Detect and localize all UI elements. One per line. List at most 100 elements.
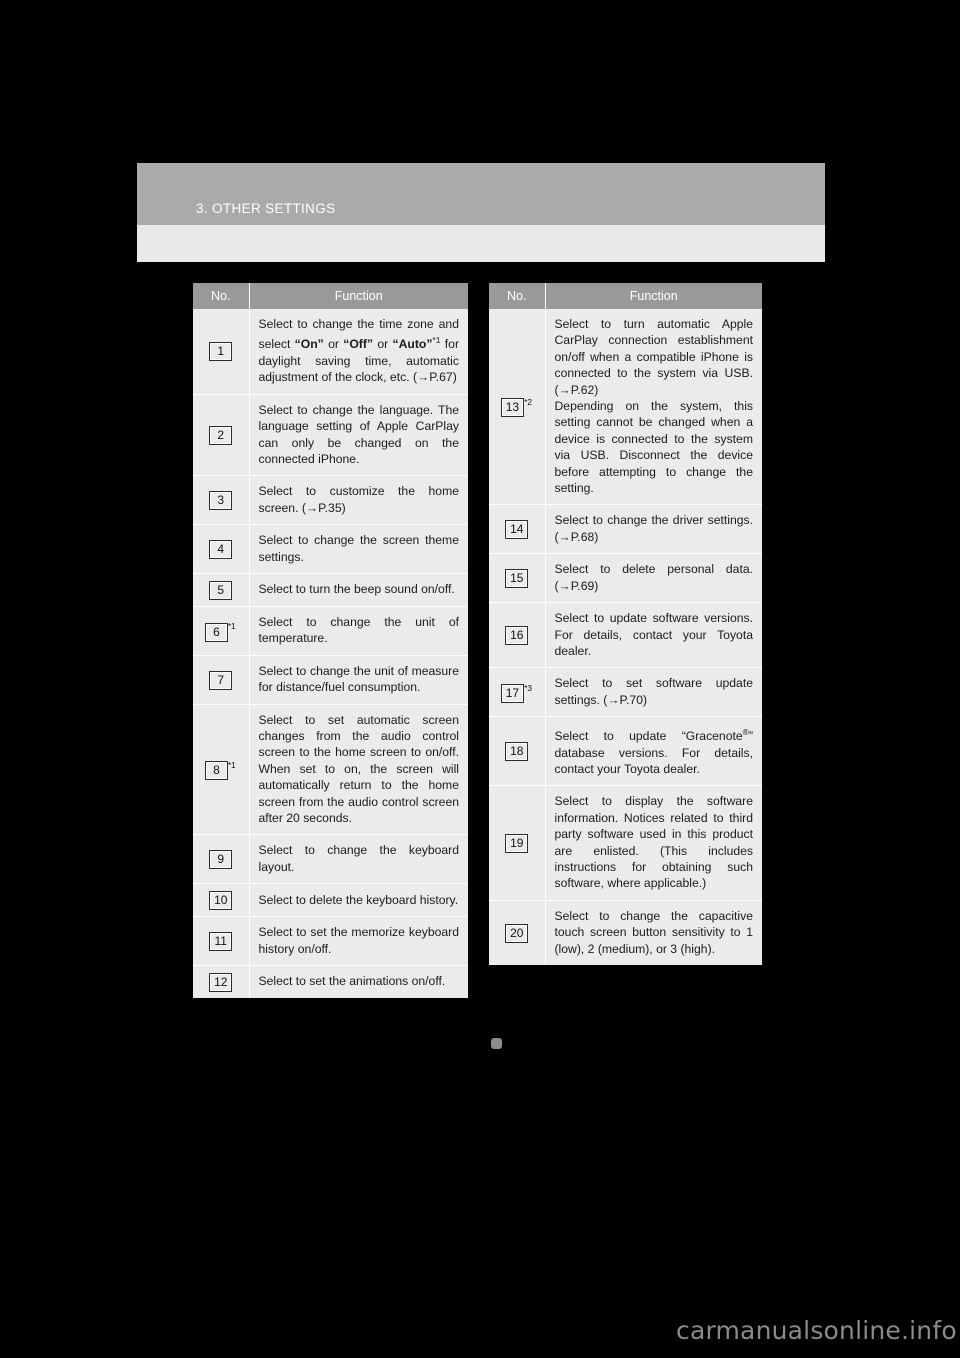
table-row: 9 Select to change the keyboard layout. xyxy=(193,834,468,884)
table-row: 5 Select to turn the beep sound on/off. xyxy=(193,572,468,607)
number-badge: 4 xyxy=(209,540,233,560)
row-number-cell: 3 xyxy=(193,475,250,525)
number-badge-label: 18 xyxy=(505,742,529,762)
number-badge-label: 11 xyxy=(209,932,233,952)
table-row: 16 Select to update software versions. Fo… xyxy=(489,602,762,668)
row-number-cell: 9 xyxy=(193,834,250,884)
row-function-cell: Select to change the unit of measure for… xyxy=(249,654,468,705)
function-text: Select to change the unit of temperature… xyxy=(258,614,460,646)
footnote-marker: *3 xyxy=(524,682,532,693)
row-function-cell: Select to set software update settings. … xyxy=(545,667,762,717)
function-text: or xyxy=(323,337,344,352)
row-number-cell: 13 *2 xyxy=(489,309,546,505)
row-function-cell: Select to turn the beep sound on/off. xyxy=(249,572,468,607)
function-text: or xyxy=(373,337,393,352)
row-function-cell: Select to update “Gracenote®” database v… xyxy=(545,716,762,786)
function-text: Select to turn the beep sound on/off. xyxy=(258,582,455,597)
function-text: Select to change the screen theme settin… xyxy=(258,533,460,564)
row-number-cell: 10 xyxy=(193,883,250,917)
table-row: 15 Select to delete personal data. (→P.69… xyxy=(489,553,762,603)
function-text: Select to change the language. The langu… xyxy=(258,402,460,466)
number-badge-label: 16 xyxy=(505,626,529,646)
number-badge-label: 5 xyxy=(209,580,233,600)
table-row: 7 Select to change the unit of measure fo… xyxy=(193,654,468,705)
row-function-cell: Select to update software versions. For … xyxy=(545,602,762,668)
row-number-cell: 19 xyxy=(489,785,546,901)
emphasis-text: “On” xyxy=(294,337,324,352)
table-row: 19 Select to display the software informa… xyxy=(489,785,762,901)
footnote-marker: *2 xyxy=(524,397,532,408)
number-badge: 12 xyxy=(209,973,233,993)
number-badge: 13 *2 xyxy=(500,397,532,418)
footnote-marker: *1 xyxy=(227,759,236,770)
column-header-no: No. xyxy=(193,283,250,309)
row-number-cell: 2 xyxy=(193,393,250,476)
table-row: 17 *3 Select to set software update settin… xyxy=(489,667,762,717)
row-number-cell: 14 xyxy=(489,504,546,554)
column-header-function: Function xyxy=(249,283,468,309)
number-badge: 17 *3 xyxy=(500,682,532,703)
number-badge-label: 8 xyxy=(204,761,228,781)
site-watermark: carmanualsonline.info xyxy=(676,1316,957,1345)
row-number-cell: 12 xyxy=(193,965,250,999)
row-number-cell: 7 xyxy=(193,654,250,705)
row-number-cell: 16 xyxy=(489,602,546,668)
row-function-cell: Select to set the memorize keyboard hist… xyxy=(249,916,468,966)
function-text: Select to delete the keyboard history. xyxy=(258,892,459,907)
page-marker-dot xyxy=(491,1038,502,1049)
table-header-row: No. Function xyxy=(489,283,762,309)
number-badge-label: 7 xyxy=(209,670,233,690)
row-function-cell: Select to delete the keyboard history. xyxy=(249,883,468,917)
function-text: Select to set the memorize keyboard hist… xyxy=(258,925,460,956)
function-text: Select to set automatic screen changes f… xyxy=(258,712,460,825)
row-number-cell: 8 *1 xyxy=(193,703,250,835)
number-badge: 20 xyxy=(505,923,529,943)
table-row: 10 Select to delete the keyboard history. xyxy=(193,883,468,917)
number-badge-label: 15 xyxy=(505,569,529,589)
row-function-cell: Select to change the capacitive touch sc… xyxy=(545,899,762,966)
row-function-cell: Select to turn automatic Apple CarPlay c… xyxy=(545,309,762,505)
row-function-cell: Select to change the time zone and selec… xyxy=(249,309,468,395)
row-number-cell: 1 xyxy=(193,309,250,395)
row-function-cell: Select to change the unit of temperature… xyxy=(249,605,468,656)
number-badge: 2 xyxy=(209,426,233,445)
table-row: 12 Select to set the animations on/off. xyxy=(193,965,468,999)
table-row: 20 Select to change the capacitive touch … xyxy=(489,899,762,966)
table-row: 4 Select to change the screen theme setti… xyxy=(193,524,468,574)
row-number-cell: 5 xyxy=(193,572,250,607)
number-badge-label: 17 xyxy=(500,683,525,703)
table-row: 11 Select to set the memorize keyboard hi… xyxy=(193,916,468,966)
chapter-title: 3. OTHER SETTINGS xyxy=(196,201,336,216)
table-row: 14 Select to change the driver settings. … xyxy=(489,504,762,554)
table-row: 18 Select to update “Gracenote®” database… xyxy=(489,716,762,786)
number-badge: 5 xyxy=(209,580,233,600)
row-number-cell: 17 *3 xyxy=(489,667,546,717)
number-badge-label: 9 xyxy=(209,850,233,870)
row-function-cell: Select to change the driver settings. (→… xyxy=(545,504,762,554)
table-row: 6 *1 Select to change the unit of temperat… xyxy=(193,605,468,656)
function-text: Select to change the keyboard layout. xyxy=(258,843,460,874)
number-badge-label: 13 xyxy=(500,398,525,418)
function-text: Select to update “Gracenote xyxy=(554,729,743,744)
row-number-cell: 20 xyxy=(489,899,546,966)
number-badge: 14 xyxy=(505,520,529,540)
row-function-cell: Select to change the language. The langu… xyxy=(249,393,468,476)
number-badge: 10 xyxy=(209,891,233,911)
table-row: 3 Select to customize the home screen. (→… xyxy=(193,475,468,525)
function-text: Select to customize the home screen. (→P… xyxy=(258,484,460,515)
chapter-header-subband xyxy=(137,225,825,262)
number-badge: 6 *1 xyxy=(204,621,236,642)
row-function-cell: Select to set automatic screen changes f… xyxy=(249,703,468,835)
row-number-cell: 4 xyxy=(193,524,250,574)
number-badge-label: 4 xyxy=(209,540,233,560)
number-badge: 9 xyxy=(209,850,233,870)
function-text: Select to update software versions. For … xyxy=(554,611,754,658)
column-header-no: No. xyxy=(489,283,546,309)
number-badge-label: 19 xyxy=(505,834,529,854)
settings-table-left: No. Function 1 Select to change the time … xyxy=(193,283,468,999)
row-number-cell: 15 xyxy=(489,553,546,603)
function-text: Select to change the capacitive touch sc… xyxy=(554,908,754,956)
function-text: Select to delete personal data. (→P.69) xyxy=(554,562,754,593)
table-row: 2 Select to change the language. The lang… xyxy=(193,393,468,476)
number-badge-label: 3 xyxy=(209,491,233,511)
